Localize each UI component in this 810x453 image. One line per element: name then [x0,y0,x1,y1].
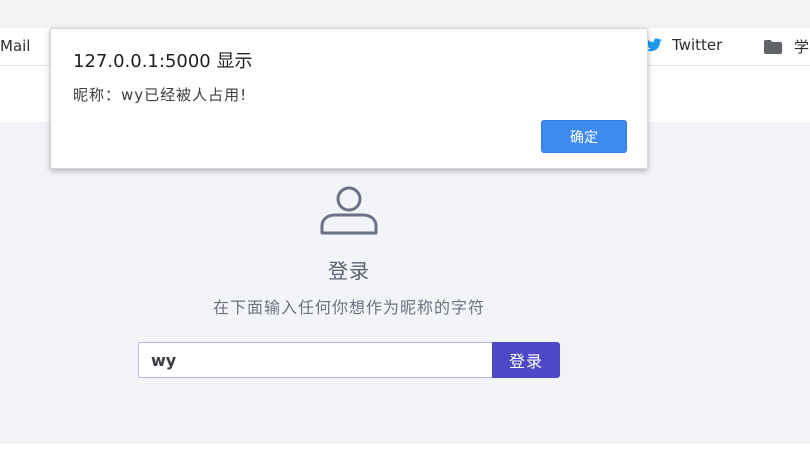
login-subtitle: 在下面输入任何你想作为昵称的字符 [212,298,485,317]
login-title: 登录 [328,259,370,283]
bookmark-mail[interactable]: Mail [0,37,30,55]
dialog-message: 昵称：wy已经被人占用! [73,86,248,104]
login-button[interactable]: 登录 [492,342,560,378]
dialog-ok-button[interactable]: 确定 [541,120,627,153]
nickname-input[interactable] [138,342,492,378]
dialog-title: 127.0.0.1:5000 显示 [73,51,253,72]
user-avatar-icon [320,186,378,235]
bookmark-twitter-label: Twitter [672,36,723,54]
footer-spacer [0,444,810,453]
folder-icon [764,39,782,54]
alert-dialog: 127.0.0.1:5000 显示 昵称：wy已经被人占用! 确定 [50,28,648,169]
bookmark-folder-label: 学 [794,38,810,56]
bookmark-folder[interactable]: 学 [764,36,809,57]
browser-top-strip [0,0,810,28]
bookmark-twitter[interactable]: Twitter [646,36,722,54]
twitter-icon [646,38,662,52]
